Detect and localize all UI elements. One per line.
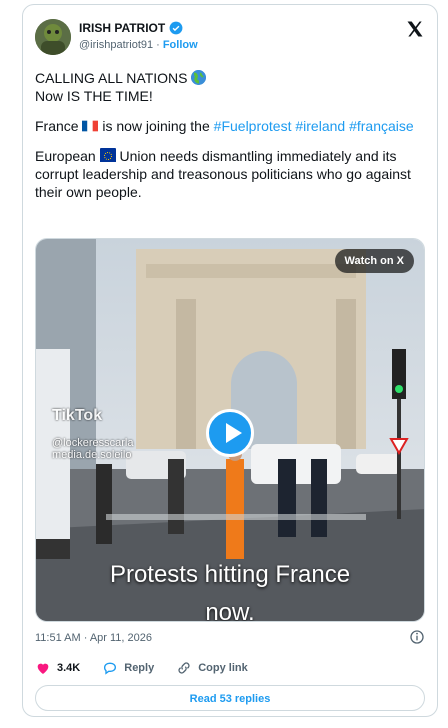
reply-icon bbox=[104, 662, 117, 675]
tiktok-watermark: TikTok bbox=[52, 407, 103, 424]
post-p3-prefix: European bbox=[35, 148, 96, 164]
verified-badge-icon bbox=[169, 21, 183, 35]
video-caption-line1: Protests hitting France bbox=[109, 561, 351, 588]
timestamp[interactable]: 11:51 AM · Apr 11, 2026 bbox=[35, 632, 152, 644]
video-caption-line2: now. bbox=[205, 599, 255, 622]
france-flag-icon bbox=[82, 120, 99, 132]
link-icon bbox=[178, 662, 190, 674]
author-handle[interactable]: @irishpatriot91 bbox=[79, 39, 153, 51]
reply-label: Reply bbox=[124, 662, 155, 674]
like-button[interactable]: 3.4K bbox=[35, 660, 80, 676]
post-p2-text: is now joining the bbox=[102, 118, 210, 134]
globe-icon bbox=[191, 70, 207, 85]
eu-flag-icon bbox=[99, 148, 116, 162]
tiktok-username: @lockeresscarla media.de.soleilo bbox=[52, 437, 133, 461]
post-card: IRISH PATRIOT @irishpatriot91 · Follow C… bbox=[22, 4, 438, 717]
avatar[interactable] bbox=[35, 19, 71, 55]
author-name[interactable]: IRISH PATRIOT bbox=[79, 21, 165, 35]
x-logo-icon[interactable] bbox=[405, 19, 425, 39]
post-line1: CALLING ALL NATIONS bbox=[35, 70, 188, 86]
reply-button[interactable]: Reply bbox=[102, 660, 154, 676]
hashtag-fuelprotest[interactable]: #Fuelprotest bbox=[214, 118, 292, 134]
info-icon[interactable] bbox=[409, 629, 425, 645]
tiktok-user2: media.de.soleilo bbox=[52, 449, 132, 461]
like-count: 3.4K bbox=[57, 662, 81, 674]
heart-icon bbox=[37, 663, 49, 674]
post-p2-prefix: France bbox=[35, 118, 79, 134]
separator-dot: · bbox=[156, 39, 160, 51]
hashtag-francaise[interactable]: #française bbox=[349, 118, 414, 134]
copy-link-label: Copy link bbox=[198, 662, 248, 674]
post-header: IRISH PATRIOT @irishpatriot91 · Follow bbox=[35, 19, 425, 59]
read-replies-button[interactable]: Read 53 replies bbox=[35, 685, 425, 711]
copy-link-button[interactable]: Copy link bbox=[176, 660, 248, 676]
hashtag-ireland[interactable]: #ireland bbox=[295, 118, 345, 134]
tiktok-user1: @lockeresscarla bbox=[52, 437, 134, 449]
watch-on-x-button[interactable]: Watch on X bbox=[334, 249, 414, 273]
video-player[interactable]: Watch on X TikTok @lockeresscarla media.… bbox=[35, 238, 425, 622]
action-bar: 3.4K Reply Copy link bbox=[35, 660, 248, 676]
post-line2: Now IS THE TIME! bbox=[35, 88, 153, 104]
post-text: CALLING ALL NATIONS Now IS THE TIME! Fra… bbox=[35, 69, 425, 213]
follow-button[interactable]: Follow bbox=[163, 39, 198, 51]
play-icon[interactable] bbox=[206, 409, 254, 457]
